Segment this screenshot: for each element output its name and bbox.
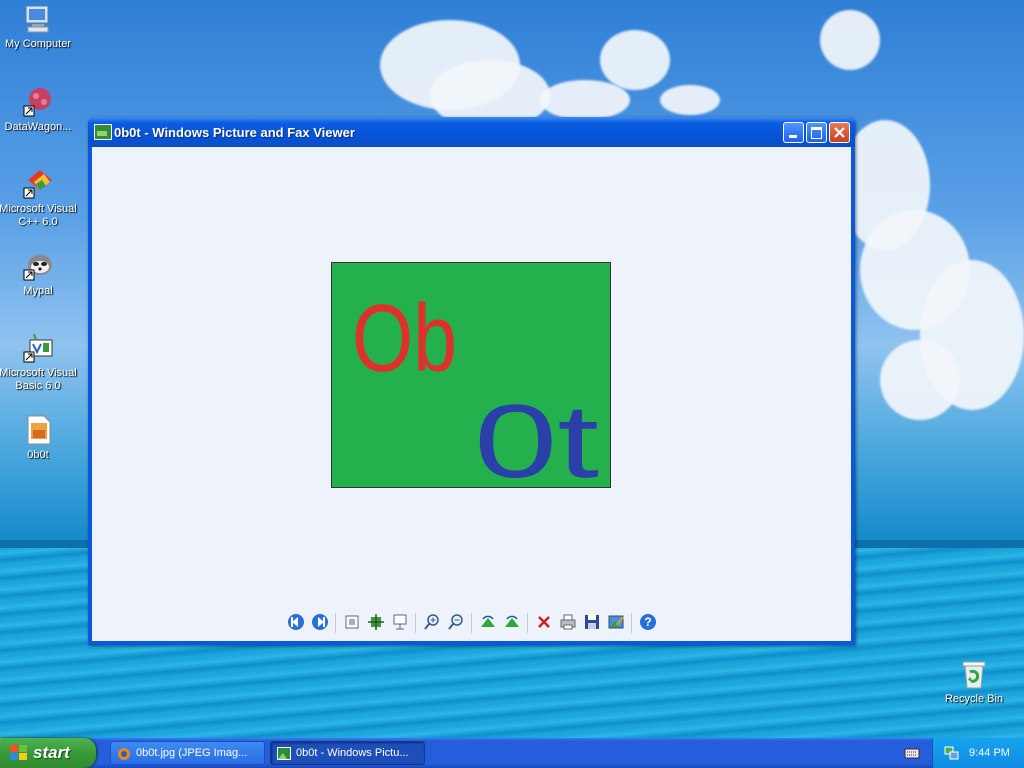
desktop-icon-label: Microsoft Visual — [0, 367, 77, 379]
slide-show-button[interactable] — [391, 613, 409, 631]
visual-cpp-icon — [22, 168, 54, 200]
clock[interactable]: 9:44 PM — [969, 747, 1010, 759]
delete-icon — [538, 616, 550, 628]
desktop-icon-mypal[interactable]: Mypal — [0, 250, 78, 298]
datawagon-icon — [22, 86, 54, 118]
desktop-icon-recycle-bin[interactable]: Recycle Bin — [934, 658, 1014, 706]
svg-text:?: ? — [644, 615, 651, 629]
best-fit-icon — [345, 615, 359, 629]
next-icon — [312, 614, 328, 630]
start-button[interactable]: start — [0, 738, 96, 768]
edit-image-button[interactable] — [607, 613, 625, 631]
jpeg-file-icon — [22, 414, 54, 446]
network-icon[interactable] — [943, 745, 959, 761]
minimize-icon — [789, 135, 797, 138]
save-button[interactable] — [583, 613, 601, 631]
desktop-icon-label: Basic 6.0 — [15, 380, 61, 392]
desktop-icon-datawagon[interactable]: DataWagon... — [0, 86, 78, 134]
picture-viewer-icon — [277, 747, 291, 760]
zoom-out-button[interactable] — [447, 613, 465, 631]
desktop-icon-0b0t-file[interactable]: 0b0t — [0, 414, 78, 462]
taskbar-item-picture-viewer[interactable]: 0b0t - Windows Pictu... — [270, 741, 425, 765]
help-button[interactable]: ? — [639, 613, 657, 631]
desktop-icon-label: Microsoft Visual — [0, 203, 77, 215]
maximize-icon — [811, 127, 822, 139]
zoom-out-icon — [448, 614, 463, 630]
recycle-bin-icon — [958, 658, 990, 690]
rotate-counterclockwise-button[interactable] — [503, 613, 521, 631]
taskbar-item-label: 0b0t - Windows Pictu... — [296, 747, 409, 759]
delete-button[interactable] — [535, 613, 553, 631]
image-text-line1: Ob — [352, 285, 457, 392]
close-icon — [834, 127, 845, 138]
picture-viewer-icon — [94, 124, 112, 140]
previous-icon — [288, 614, 304, 630]
rotate-clockwise-icon — [481, 615, 495, 627]
desktop-icon-label: Recycle Bin — [944, 693, 1004, 705]
zoom-in-icon — [424, 614, 439, 630]
desktop-icon-label: Mypal — [23, 285, 53, 297]
best-fit-button[interactable] — [343, 613, 361, 631]
desktop-icon-my-computer[interactable]: My Computer — [0, 3, 78, 51]
save-icon — [585, 615, 599, 629]
minimize-button[interactable] — [783, 122, 804, 143]
picture-viewer-window[interactable]: 0b0t - Windows Picture and Fax Viewer Ob… — [88, 117, 855, 645]
previous-image-button[interactable] — [287, 613, 305, 631]
help-icon: ? — [640, 614, 656, 630]
close-button[interactable] — [829, 122, 850, 143]
desktop-icon-visual-basic[interactable]: Microsoft Visual Basic 6.0 — [0, 332, 78, 393]
next-image-button[interactable] — [311, 613, 329, 631]
start-label: start — [33, 743, 70, 762]
actual-size-icon — [368, 614, 384, 630]
edit-image-icon — [608, 615, 624, 629]
rotate-clockwise-button[interactable] — [479, 613, 497, 631]
taskbar: start 0b0t.jpg (JPEG Imag... 0b0t - Wind… — [0, 738, 1024, 768]
desktop-icon-label: DataWagon... — [4, 121, 72, 133]
displayed-image: Ob 0t — [331, 262, 611, 500]
system-tray: 9:44 PM — [932, 738, 1024, 768]
desktop-icon-label: My Computer — [4, 38, 72, 50]
maximize-button[interactable] — [806, 122, 827, 143]
desktop-icon-visual-cpp[interactable]: Microsoft Visual C++ 6.0 — [0, 168, 78, 229]
computer-icon — [22, 3, 54, 35]
picture-viewer-client-area: Ob 0t ? — [92, 147, 851, 641]
desktop-icon-label: 0b0t — [27, 449, 49, 461]
raccoon-icon — [22, 250, 54, 282]
print-icon — [560, 614, 576, 630]
window-title: 0b0t - Windows Picture and Fax Viewer — [114, 125, 355, 140]
keyboard-language-icon[interactable] — [904, 746, 920, 759]
slide-show-icon — [393, 614, 407, 630]
actual-size-button[interactable] — [367, 613, 385, 631]
desktop-icon-label: C++ 6.0 — [18, 216, 58, 228]
image-drawing: Ob 0t — [352, 285, 599, 500]
taskbar-item-label: 0b0t.jpg (JPEG Imag... — [136, 747, 248, 759]
windows-logo-icon — [10, 745, 28, 761]
print-button[interactable] — [559, 613, 577, 631]
visual-basic-icon — [22, 332, 54, 364]
taskbar-item-jpeg[interactable]: 0b0t.jpg (JPEG Imag... — [110, 741, 265, 765]
browser-icon — [118, 748, 130, 760]
zoom-in-button[interactable] — [423, 613, 441, 631]
window-titlebar[interactable]: 0b0t - Windows Picture and Fax Viewer — [88, 117, 855, 147]
image-text-line2: 0t — [474, 384, 599, 487]
rotate-counterclockwise-icon — [505, 615, 519, 627]
